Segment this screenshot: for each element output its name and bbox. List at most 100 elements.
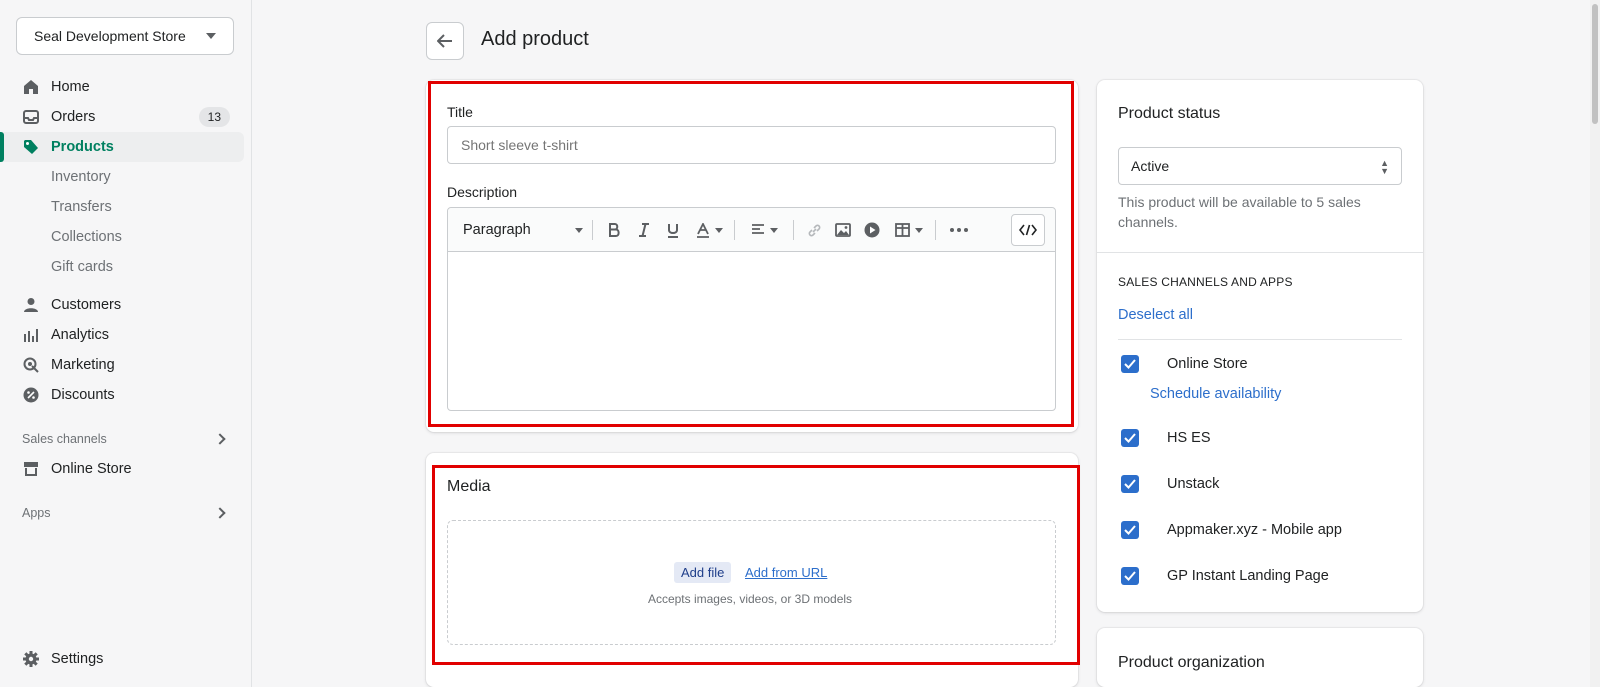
html-code-button[interactable] — [1011, 214, 1045, 246]
italic-icon — [639, 223, 649, 237]
checkbox-checked-icon[interactable] — [1121, 475, 1139, 493]
nav-label-orders: Orders — [51, 109, 96, 125]
insert-video-button[interactable] — [862, 220, 882, 240]
underline-icon — [668, 223, 678, 238]
channel-gp-instant[interactable]: GP Instant Landing Page — [1121, 565, 1329, 587]
channel-appmaker[interactable]: Appmaker.xyz - Mobile app — [1121, 519, 1342, 541]
play-circle-icon — [864, 222, 880, 238]
nav-sub-inventory[interactable]: Inventory — [0, 162, 252, 192]
nav-label-marketing: Marketing — [51, 357, 115, 373]
nav-label-products: Products — [51, 139, 114, 155]
media-dropzone[interactable] — [447, 520, 1056, 645]
sales-channels-label: Sales channels — [22, 432, 107, 446]
caret-down-icon — [575, 227, 583, 233]
schedule-availability-link[interactable]: Schedule availability — [1150, 386, 1281, 402]
nav-label-settings: Settings — [51, 651, 104, 667]
channel-hs-es[interactable]: HS ES — [1121, 427, 1211, 449]
description-editor: Paragraph — [447, 207, 1056, 411]
status-divider — [1097, 252, 1423, 253]
nav-label-online-store: Online Store — [51, 461, 132, 477]
tag-icon — [22, 138, 40, 156]
description-text-area[interactable] — [448, 253, 1055, 410]
nav-item-home[interactable]: Home — [0, 72, 252, 102]
target-icon — [22, 356, 40, 374]
nav-item-products[interactable]: Products — [0, 132, 244, 162]
scrollbar-track[interactable] — [1590, 0, 1600, 687]
nav-sub-gift-cards[interactable]: Gift cards — [0, 252, 252, 282]
deselect-all-link[interactable]: Deselect all — [1118, 307, 1193, 323]
nav-label-home: Home — [51, 79, 90, 95]
link-button[interactable] — [804, 220, 824, 240]
more-options-button[interactable] — [948, 220, 970, 240]
channel-online-store[interactable]: Online Store — [1121, 353, 1248, 375]
nav-item-analytics[interactable]: Analytics — [0, 320, 252, 350]
gear-icon — [22, 650, 40, 668]
product-organization-title: Product organization — [1118, 654, 1265, 671]
checkbox-checked-icon[interactable] — [1121, 429, 1139, 447]
product-status-title: Product status — [1118, 105, 1221, 122]
nav-item-marketing[interactable]: Marketing — [0, 350, 252, 380]
insert-image-button[interactable] — [833, 220, 853, 240]
channel-label: Online Store — [1167, 356, 1248, 372]
store-name: Seal Development Store — [34, 28, 186, 44]
add-file-button[interactable]: Add file — [674, 562, 732, 583]
code-icon — [1019, 224, 1037, 236]
editor-toolbar: Paragraph — [448, 208, 1055, 252]
table-icon — [895, 223, 910, 237]
checkbox-checked-icon[interactable] — [1121, 567, 1139, 585]
title-input[interactable] — [447, 126, 1056, 164]
bar-chart-icon — [22, 326, 40, 344]
page-title: Add product — [481, 28, 589, 50]
paragraph-format-select[interactable]: Paragraph — [463, 220, 583, 240]
select-arrows-icon: ▲ ▼ — [1380, 158, 1389, 176]
channel-label: Unstack — [1167, 476, 1220, 492]
channels-divider — [1118, 339, 1402, 340]
nav-item-online-store[interactable]: Online Store — [0, 454, 252, 484]
nav-label-discounts: Discounts — [51, 387, 115, 403]
text-color-button[interactable] — [691, 220, 727, 240]
media-accepts-hint: Accepts images, videos, or 3D models — [647, 592, 853, 606]
underline-button[interactable] — [663, 220, 683, 240]
status-value: Active — [1131, 158, 1170, 174]
channel-label: GP Instant Landing Page — [1167, 568, 1329, 584]
nav-label-customers: Customers — [51, 297, 122, 313]
sidebar: Seal Development Store Home Orders 13 Pr… — [0, 0, 252, 687]
more-horizontal-icon — [950, 228, 968, 232]
caret-down-icon — [769, 227, 778, 233]
add-from-url-link[interactable]: Add from URL — [745, 565, 827, 580]
checkbox-checked-icon[interactable] — [1121, 521, 1139, 539]
description-label: Description — [447, 184, 518, 200]
checkbox-checked-icon[interactable] — [1121, 355, 1139, 373]
align-button[interactable] — [746, 220, 782, 240]
nav-item-settings[interactable]: Settings — [0, 644, 252, 674]
link-icon — [808, 224, 820, 236]
chevron-right-icon — [214, 433, 226, 445]
nav-item-orders[interactable]: Orders 13 — [0, 102, 252, 132]
caret-down-icon — [714, 227, 723, 233]
main-nav: Home Orders 13 Products Inventory Transf… — [0, 72, 252, 528]
italic-button[interactable] — [634, 220, 654, 240]
status-select[interactable]: Active ▲ ▼ — [1118, 147, 1402, 185]
orders-count-badge: 13 — [198, 107, 230, 127]
nav-item-customers[interactable]: Customers — [0, 290, 252, 320]
insert-table-button[interactable] — [891, 220, 927, 240]
scrollbar-thumb[interactable] — [1592, 4, 1598, 124]
discount-icon — [22, 386, 40, 404]
orders-icon — [22, 108, 40, 126]
apps-label: Apps — [22, 506, 51, 520]
back-button[interactable] — [426, 22, 464, 60]
nav-sub-collections[interactable]: Collections — [0, 222, 252, 252]
nav-sub-transfers[interactable]: Transfers — [0, 192, 252, 222]
arrow-left-icon — [437, 34, 452, 48]
sales-channels-header[interactable]: Sales channels — [0, 424, 252, 454]
channel-unstack[interactable]: Unstack — [1121, 473, 1219, 495]
home-icon — [22, 78, 40, 96]
nav-item-discounts[interactable]: Discounts — [0, 380, 252, 410]
media-title: Media — [447, 478, 491, 495]
store-switcher-button[interactable]: Seal Development Store — [16, 17, 234, 55]
bold-icon — [609, 223, 620, 237]
bold-button[interactable] — [604, 220, 624, 240]
apps-header[interactable]: Apps — [0, 498, 252, 528]
text-color-icon — [696, 222, 709, 238]
settings-nav: Settings — [0, 644, 252, 674]
